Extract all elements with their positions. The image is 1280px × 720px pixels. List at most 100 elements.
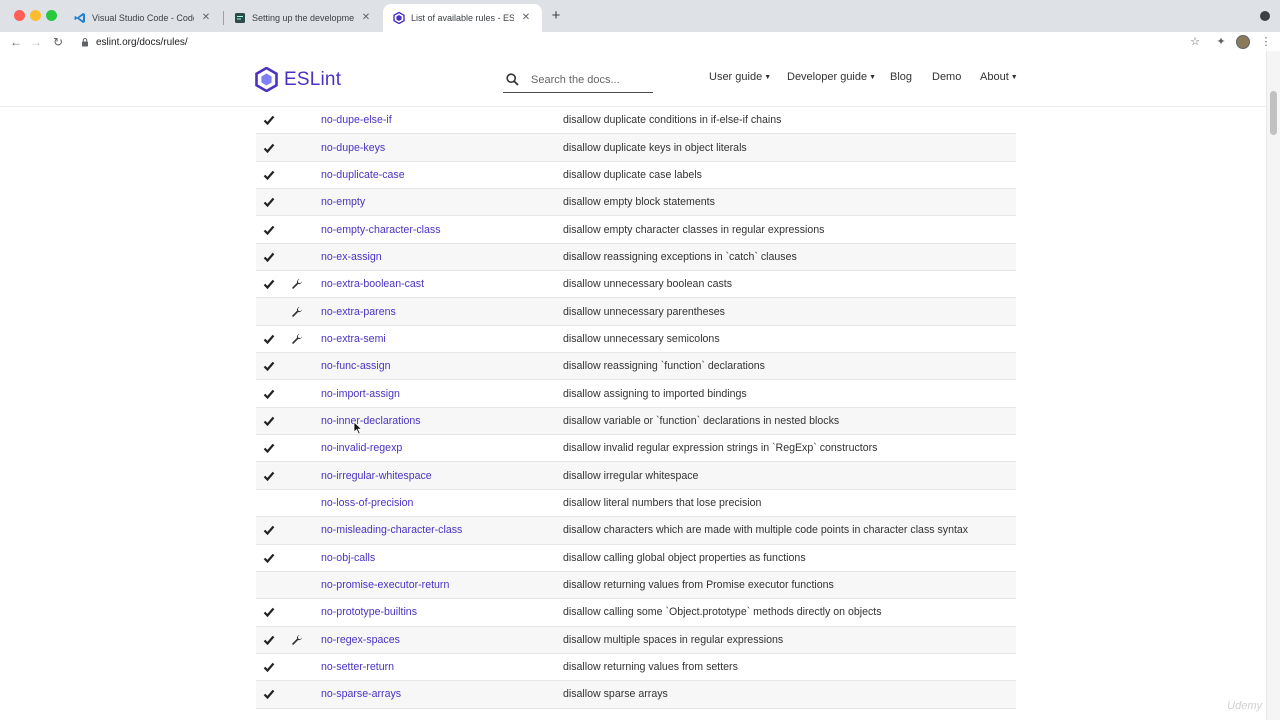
empty-cell xyxy=(290,551,304,565)
rule-link[interactable]: no-duplicate-case xyxy=(321,169,405,181)
rule-description: disallow returning values from Promise e… xyxy=(563,579,834,592)
window-zoom-button[interactable] xyxy=(46,10,57,21)
rule-description: disallow multiple spaces in regular expr… xyxy=(563,633,784,646)
table-row: no-ex-assign disallow reassigning excepti… xyxy=(256,243,1016,272)
search-input[interactable] xyxy=(531,73,651,86)
bookmark-star-icon[interactable]: ☆ xyxy=(1187,34,1203,50)
rule-description: disallow sparse arrays xyxy=(563,688,668,701)
checkmark-icon xyxy=(262,469,276,483)
table-row: no-func-assign disallow reassigning `func… xyxy=(256,353,1016,381)
rule-link[interactable]: no-extra-boolean-cast xyxy=(321,278,424,290)
eslint-logo[interactable]: ESLint xyxy=(254,67,341,92)
empty-cell xyxy=(290,113,304,127)
page-scrollbar[interactable] xyxy=(1266,51,1280,720)
wrench-icon xyxy=(290,332,304,346)
close-icon[interactable]: ✕ xyxy=(520,12,532,24)
table-row: no-invalid-regexp disallow invalid regula… xyxy=(256,435,1016,463)
rule-link[interactable]: no-invalid-regexp xyxy=(321,442,402,454)
table-row: no-regex-spaces disallow multiple spaces … xyxy=(256,626,1016,654)
rule-link[interactable]: no-extra-semi xyxy=(321,333,386,345)
rule-link[interactable]: no-setter-return xyxy=(321,661,394,673)
rule-link[interactable]: no-regex-spaces xyxy=(321,634,400,646)
browser-menu-icon[interactable] xyxy=(1260,11,1270,21)
nav-user-guide[interactable]: User guide ▼ xyxy=(709,71,771,83)
address-bar[interactable]: eslint.org/docs/rules/ xyxy=(80,34,188,50)
window-close-button[interactable] xyxy=(14,10,25,21)
empty-cell xyxy=(290,496,304,510)
rule-link[interactable]: no-inner-declarations xyxy=(321,415,421,427)
table-row: no-prototype-builtins disallow calling so… xyxy=(256,599,1016,627)
search-icon xyxy=(506,73,519,86)
rule-link[interactable]: no-import-assign xyxy=(321,388,400,400)
rule-description: disallow empty character classes in regu… xyxy=(563,223,825,236)
rule-link[interactable]: no-misleading-character-class xyxy=(321,524,462,536)
close-icon[interactable]: ✕ xyxy=(360,12,372,24)
empty-cell xyxy=(290,414,304,428)
rule-link[interactable]: no-dupe-else-if xyxy=(321,114,392,126)
browser-tab-vscode[interactable]: Visual Studio Code - Code Editi ✕ xyxy=(64,4,222,32)
empty-cell xyxy=(290,223,304,237)
empty-cell xyxy=(290,605,304,619)
rule-link[interactable]: no-empty-character-class xyxy=(321,224,441,236)
rule-description: disallow unnecessary parentheses xyxy=(563,305,725,318)
close-icon[interactable]: ✕ xyxy=(200,12,212,24)
browser-tab-setup[interactable]: Setting up the development en ✕ xyxy=(224,4,382,32)
empty-cell xyxy=(262,578,276,592)
checkmark-icon xyxy=(262,633,276,647)
checkmark-icon xyxy=(262,660,276,674)
checkmark-icon xyxy=(262,223,276,237)
rule-description: disallow calling some `Object.prototype`… xyxy=(563,606,882,619)
mouse-cursor-icon xyxy=(353,421,363,435)
avatar[interactable] xyxy=(1236,35,1250,49)
nav-label: Developer guide xyxy=(787,71,868,83)
browser-tab-bar: Visual Studio Code - Code Editi ✕ Settin… xyxy=(0,0,1280,32)
rule-link[interactable]: no-func-assign xyxy=(321,360,391,372)
empty-cell xyxy=(290,359,304,373)
rule-link[interactable]: no-empty xyxy=(321,196,365,208)
browser-tab-eslint-rules[interactable]: List of available rules - ESLint ✕ xyxy=(383,4,542,32)
forward-arrow-icon[interactable]: → xyxy=(28,34,44,50)
checkmark-icon xyxy=(262,250,276,264)
back-arrow-icon[interactable]: ← xyxy=(8,34,24,50)
new-tab-button[interactable]: + xyxy=(548,8,564,24)
rule-link[interactable]: no-dupe-keys xyxy=(321,142,385,154)
address-text: eslint.org/docs/rules/ xyxy=(96,36,188,48)
table-row: no-setter-return disallow returning value… xyxy=(256,654,1016,682)
reload-icon[interactable]: ↻ xyxy=(50,34,66,50)
nav-about[interactable]: About ▼ xyxy=(980,71,1018,83)
tab-title: List of available rules - ESLint xyxy=(411,13,514,23)
rule-description: disallow unnecessary semicolons xyxy=(563,332,720,345)
rule-link[interactable]: no-loss-of-precision xyxy=(321,497,413,509)
rule-description: disallow returning values from setters xyxy=(563,661,738,674)
window-minimize-button[interactable] xyxy=(30,10,41,21)
checkmark-icon xyxy=(262,551,276,565)
extensions-puzzle-icon[interactable]: ✦ xyxy=(1213,34,1229,50)
scrollbar-thumb[interactable] xyxy=(1270,91,1277,135)
rule-link[interactable]: no-irregular-whitespace xyxy=(321,470,432,482)
rule-link[interactable]: no-ex-assign xyxy=(321,251,382,263)
docs-search[interactable] xyxy=(503,67,653,93)
logo-text: ESLint xyxy=(284,68,342,90)
kebab-menu-icon[interactable]: ⋮ xyxy=(1258,34,1274,50)
empty-cell xyxy=(290,168,304,182)
table-row: no-promise-executor-return disallow retur… xyxy=(256,571,1016,600)
rule-description: disallow duplicate case labels xyxy=(563,168,702,181)
rule-description: disallow calling global object propertie… xyxy=(563,551,806,564)
rule-link[interactable]: no-prototype-builtins xyxy=(321,606,417,618)
nav-developer-guide[interactable]: Developer guide ▼ xyxy=(787,71,876,83)
table-row: no-loss-of-precision disallow literal num… xyxy=(256,490,1016,518)
nav-demo[interactable]: Demo xyxy=(932,71,961,83)
empty-cell xyxy=(290,250,304,264)
checkmark-icon xyxy=(262,414,276,428)
empty-cell xyxy=(290,523,304,537)
table-row: no-import-assign disallow assigning to im… xyxy=(256,380,1016,408)
empty-cell xyxy=(290,141,304,155)
rule-link[interactable]: no-obj-calls xyxy=(321,552,375,564)
table-row: no-empty-character-class disallow empty c… xyxy=(256,216,1016,244)
lock-icon xyxy=(82,38,88,47)
rule-link[interactable]: no-sparse-arrays xyxy=(321,688,401,700)
nav-blog[interactable]: Blog xyxy=(890,71,912,83)
empty-cell xyxy=(262,305,276,319)
rule-link[interactable]: no-promise-executor-return xyxy=(321,579,449,591)
rule-link[interactable]: no-extra-parens xyxy=(321,306,396,318)
